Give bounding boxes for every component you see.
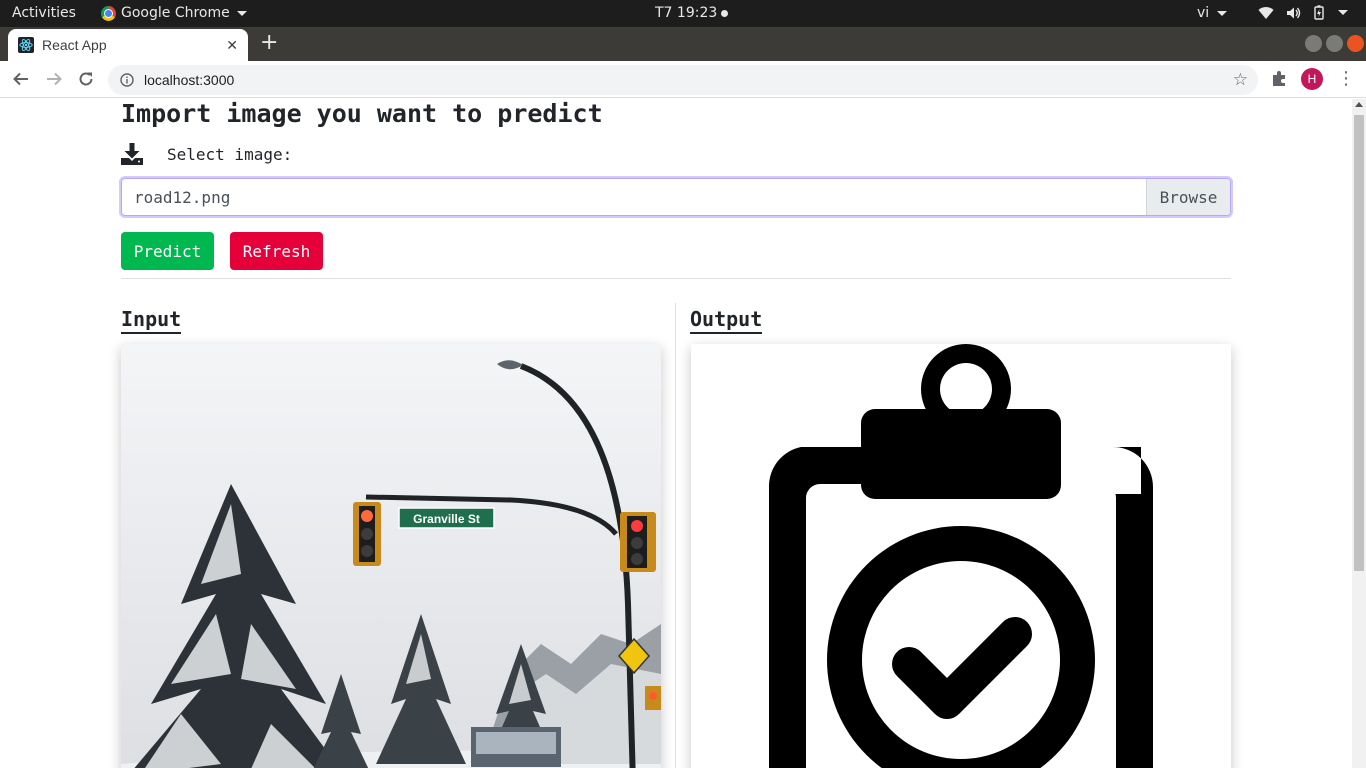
react-logo-icon [18,37,34,53]
back-button[interactable] [10,68,32,90]
browser-toolbar: localhost:3000 ☆ [0,61,1366,98]
bookmark-star-icon[interactable]: ☆ [1233,70,1248,90]
wifi-icon [1258,6,1274,19]
section-divider [121,278,1231,279]
chrome-menu-icon[interactable]: ⋮ [1337,68,1355,89]
arrow-left-icon [13,72,28,86]
output-heading: Output [690,307,763,334]
scrollbar-thumb[interactable] [1354,115,1364,571]
notification-dot-icon [721,9,729,17]
download-icon [121,143,143,165]
system-tray[interactable] [1258,5,1348,20]
battery-icon [1314,5,1324,20]
reload-button[interactable] [75,68,97,90]
clipboard-check-icon [768,344,1154,768]
language-label: vi [1197,5,1210,21]
tab-title: React App [42,37,107,53]
tab-strip: React App ✕ + [0,27,1366,61]
page-scrollbar[interactable] [1352,99,1366,768]
chevron-down-icon [1217,10,1228,16]
extensions-puzzle-icon[interactable] [1271,70,1288,87]
chevron-down-icon [236,10,247,16]
maximize-window-button[interactable] [1326,35,1343,52]
chrome-icon [101,5,116,21]
column-divider [675,303,676,768]
input-image-card: Granville St [121,344,661,768]
select-image-label: Select image: [167,144,293,164]
file-name-value: road12.png [134,187,231,207]
scroll-up-icon[interactable] [1355,102,1363,107]
page-title: Import image you want to predict [121,99,603,128]
app-menu[interactable]: Google Chrome [101,5,247,21]
tab-react-app[interactable]: React App ✕ [8,29,248,61]
output-image-card [691,344,1231,768]
address-bar[interactable]: localhost:3000 ☆ [108,65,1258,95]
clock[interactable]: T7 19:23 [655,5,729,21]
input-heading: Input [121,307,182,334]
arrow-right-icon [47,72,62,86]
chevron-down-icon [1338,10,1348,15]
file-input[interactable]: road12.png Browse [121,178,1231,216]
minimize-window-button[interactable] [1305,35,1322,52]
volume-icon [1287,7,1301,18]
predict-button[interactable]: Predict [121,232,214,270]
url-text: localhost:3000 [144,72,235,88]
refresh-button[interactable]: Refresh [230,232,323,270]
page-viewport: Import image you want to predict Select … [0,99,1352,768]
app-menu-label: Google Chrome [121,5,230,21]
info-icon [120,73,134,87]
clock-label: T7 19:23 [655,5,718,21]
street-sign-text: Granville St [413,512,480,526]
input-language-menu[interactable]: vi [1197,5,1228,21]
close-window-button[interactable] [1347,35,1364,52]
profile-avatar[interactable]: H [1301,68,1323,90]
reload-icon [79,72,93,86]
select-image-row: Select image: [121,143,292,165]
new-tab-button[interactable]: + [260,32,278,54]
system-top-bar: Activities Google Chrome T7 19:23 vi [0,0,1366,27]
input-image: Granville St [121,344,661,768]
activities-button[interactable]: Activities [12,5,76,21]
forward-button[interactable] [43,68,65,90]
tab-close-icon[interactable]: ✕ [226,37,238,54]
browse-button[interactable]: Browse [1146,179,1230,215]
